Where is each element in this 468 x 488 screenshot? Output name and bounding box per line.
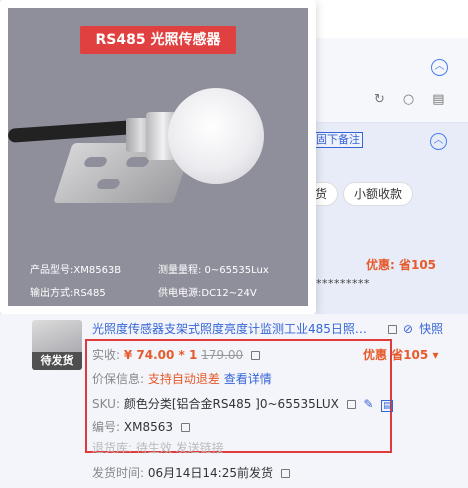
sku-label: SKU: [92,397,120,411]
spec-range: 测量量程: 0~65535Lux [158,265,269,276]
small-payment-button[interactable]: 小额收款 [343,182,414,206]
price-info-label: 价保信息: [92,372,145,386]
snapshot-link[interactable]: 快照 [419,320,443,337]
code-value: XM8563 [123,420,173,434]
ship-row: 发货时间: 06月14日14:25前发货 [92,464,290,481]
sensor-dome [168,88,264,184]
paid-label: 实收: [92,348,121,362]
search-icon[interactable]: ○ [403,92,414,107]
tag-icon[interactable]: ▤ [381,400,394,412]
copy-icon[interactable] [346,400,356,409]
product-title-link[interactable]: 光照度传感器支架式照度亮度计监测工业485日照强... [92,320,377,337]
document-icon[interactable]: ▤ [432,92,444,107]
spec-model: 产品型号:XM8563B [30,265,122,276]
masked-text: ********* [316,277,370,290]
warehouse-label: 退货库: [92,441,133,455]
code-row: 编号: XM8563 [92,418,190,435]
refresh-icon[interactable]: ↻ [374,92,385,107]
warehouse-value: 待生效 [135,441,172,455]
chevron-up-icon[interactable]: ︿ [430,133,447,150]
chevron-up-icon[interactable]: ︿ [431,59,448,76]
paid-value: ¥ 74.00 * 1 [123,348,198,362]
discount-value: 省105 [391,348,429,362]
paid-row: 实收: ¥ 74.00 * 1 179.00 [92,346,260,363]
discount-label: 优惠 [363,348,388,362]
toolbar: ↻ ○ ▤ [374,92,445,107]
warehouse-link[interactable]: 发送链接 [176,441,224,455]
copy-icon[interactable] [280,469,290,478]
price-info-link[interactable]: 查看详情 [224,372,272,386]
warehouse-row: 退货库: 待生效 发送链接 [92,439,224,456]
link-icon[interactable]: ⊘ [403,322,413,336]
product-image-preview: RS485 光照传感器 产品型号:XM8563B 测量量程: 0~65535Lu… [0,0,316,314]
spec-output: 输出方式:RS485 [30,288,106,299]
title-actions: ⊘ 快照 [384,320,443,337]
spec-power: 供电电源:DC12~24V [158,288,257,299]
original-price: 179.00 [201,348,244,362]
product-image: RS485 光照传感器 产品型号:XM8563B 测量量程: 0~65535Lu… [8,8,308,306]
product-banner: RS485 光照传感器 [80,26,236,54]
price-info-row: 价保信息: 支持自动退差 查看详情 [92,370,272,387]
order-card [310,122,468,327]
copy-icon[interactable] [251,351,260,360]
chevron-down-icon[interactable]: ▾ [432,348,438,362]
copy-icon[interactable] [388,325,397,334]
pencil-icon[interactable]: ✎ [363,397,373,411]
ship-label: 发货时间: [92,466,145,480]
discount-label: 优惠: 省105 [366,258,437,272]
top-strip [310,0,468,38]
sku-value: 颜色分类[铝合金RS485 ]0~65535LUX [123,397,339,411]
ship-value: 06月14日14:25前发货 [147,466,273,480]
code-label: 编号: [92,420,121,434]
copy-icon[interactable] [180,423,190,432]
status-badge: 待发货 [32,352,82,370]
discount-row: 优惠 省105 ▾ [363,346,438,363]
product-thumbnail[interactable]: 待发货 [32,320,82,370]
price-info-value: 支持自动退差 [147,372,220,386]
remark-link[interactable]: 固下备注 [313,132,363,148]
sku-row: SKU: 颜色分类[铝合金RS485 ]0~65535LUX ✎ ▤ [92,395,394,412]
